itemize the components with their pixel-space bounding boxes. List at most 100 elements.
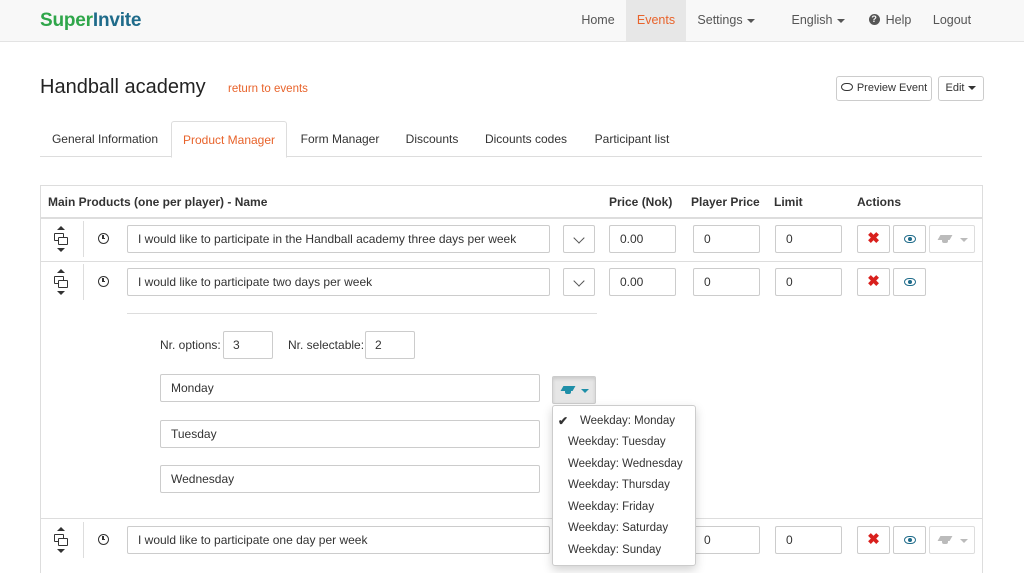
product-name-input[interactable]: I would like to participate one day per … xyxy=(127,526,550,554)
preview-event-label: Preview Event xyxy=(856,82,928,94)
reorder-icon[interactable] xyxy=(53,527,69,553)
preview-button[interactable] xyxy=(893,225,926,253)
clock-icon[interactable] xyxy=(98,233,109,244)
eye-icon xyxy=(904,278,916,286)
top-navbar: SuperInvite Home Events Settings English… xyxy=(0,0,1024,42)
graduation-cap-icon xyxy=(939,235,951,243)
header-name: Main Products (one per player) - Name xyxy=(48,195,268,209)
option-tag-button[interactable] xyxy=(552,376,596,404)
nav-help[interactable]: ? Help xyxy=(862,0,918,41)
option-input-monday[interactable]: Monday xyxy=(160,374,540,402)
row-divider xyxy=(41,518,982,519)
dropdown-item-friday[interactable]: Weekday: Friday xyxy=(553,497,695,518)
tab-discount-codes[interactable]: Dicounts codes xyxy=(474,121,578,157)
caret-down-icon xyxy=(960,539,968,543)
eye-icon xyxy=(904,235,916,243)
product-name-input[interactable]: I would like to participate two days per… xyxy=(127,268,550,296)
row-divider xyxy=(41,261,982,262)
nav-settings-label: Settings xyxy=(697,13,743,27)
checkmark-icon: ✔ xyxy=(558,414,569,428)
delete-button[interactable]: ✖ xyxy=(857,268,890,296)
preview-event-button[interactable]: Preview Event xyxy=(836,76,932,101)
delete-button[interactable]: ✖ xyxy=(857,225,890,253)
nav-logout[interactable]: Logout xyxy=(926,0,978,41)
dropdown-item-saturday[interactable]: Weekday: Saturday xyxy=(553,518,695,539)
preview-button[interactable] xyxy=(893,526,926,554)
dropdown-item-wednesday[interactable]: Weekday: Wednesday xyxy=(553,454,695,475)
close-icon: ✖ xyxy=(867,230,880,247)
player-price-input[interactable]: 0 xyxy=(693,268,760,296)
price-input[interactable]: 0.00 xyxy=(609,225,676,253)
option-input-tuesday[interactable]: Tuesday xyxy=(160,420,540,448)
caret-down-icon xyxy=(581,389,589,393)
nr-options-label: Nr. options: xyxy=(160,338,221,352)
limit-input[interactable]: 0 xyxy=(775,225,842,253)
nav-settings[interactable]: Settings xyxy=(688,0,764,41)
tag-dropdown-button[interactable] xyxy=(929,526,975,554)
header-actions: Actions xyxy=(857,195,902,209)
caret-down-icon xyxy=(746,18,755,23)
return-to-events-link[interactable]: return to events xyxy=(228,83,308,95)
column-divider xyxy=(83,522,84,558)
price-input[interactable]: 0.00 xyxy=(609,268,676,296)
caret-down-icon xyxy=(960,238,968,242)
question-circle-icon: ? xyxy=(868,14,880,26)
tab-discounts[interactable]: Discounts xyxy=(394,121,470,157)
nr-options-input[interactable]: 3 xyxy=(223,331,273,359)
nr-selectable-label: Nr. selectable: xyxy=(288,338,365,352)
nav-language[interactable]: English xyxy=(783,0,853,41)
nav-home[interactable]: Home xyxy=(572,0,624,41)
edit-label: Edit xyxy=(945,82,965,94)
event-tabs: General Information Product Manager Form… xyxy=(40,121,982,158)
player-price-input[interactable]: 0 xyxy=(693,225,760,253)
brand-logo[interactable]: SuperInvite xyxy=(40,10,141,32)
tab-general-information[interactable]: General Information xyxy=(40,121,170,157)
graduation-cap-icon xyxy=(939,536,951,544)
close-icon: ✖ xyxy=(867,531,880,548)
delete-button[interactable]: ✖ xyxy=(857,526,890,554)
product-name-input[interactable]: I would like to participate in the Handb… xyxy=(127,225,550,253)
chevron-down-icon xyxy=(573,275,585,287)
caret-down-icon xyxy=(968,86,977,91)
header-limit: Limit xyxy=(774,195,803,209)
limit-input[interactable]: 0 xyxy=(775,268,842,296)
tab-product-manager[interactable]: Product Manager xyxy=(171,121,287,158)
reorder-icon[interactable] xyxy=(53,226,69,252)
header-price: Price (Nok) xyxy=(609,195,673,209)
nav-language-label: English xyxy=(791,13,833,27)
options-divider xyxy=(127,313,597,314)
header-divider xyxy=(41,217,982,219)
nav-events[interactable]: Events xyxy=(626,0,686,41)
nav-help-label: Help xyxy=(885,13,912,27)
nr-selectable-input[interactable]: 2 xyxy=(365,331,415,359)
close-icon: ✖ xyxy=(867,273,880,290)
column-divider xyxy=(83,264,84,300)
weekday-dropdown-menu: ✔ Weekday: Monday Weekday: Tuesday Weekda… xyxy=(552,405,696,566)
dropdown-item-label: Weekday: Monday xyxy=(580,415,676,427)
option-input-wednesday[interactable]: Wednesday xyxy=(160,465,540,493)
dropdown-item-monday[interactable]: ✔ Weekday: Monday xyxy=(553,411,695,432)
eye-icon xyxy=(904,536,916,544)
preview-button[interactable] xyxy=(893,268,926,296)
graduation-cap-icon xyxy=(562,386,574,394)
clock-icon[interactable] xyxy=(98,534,109,545)
reorder-icon[interactable] xyxy=(53,269,69,295)
tab-participant-list[interactable]: Participant list xyxy=(582,121,682,157)
expand-options-button[interactable] xyxy=(563,268,595,296)
dropdown-item-sunday[interactable]: Weekday: Sunday xyxy=(553,540,695,561)
header-player-price: Player Price xyxy=(691,195,760,209)
clock-icon[interactable] xyxy=(98,276,109,287)
tag-dropdown-button[interactable] xyxy=(929,225,975,253)
caret-down-icon xyxy=(836,18,845,23)
edit-button[interactable]: Edit xyxy=(938,76,984,101)
tab-form-manager[interactable]: Form Manager xyxy=(290,121,390,157)
products-table: Main Products (one per player) - Name Pr… xyxy=(40,185,983,573)
column-divider xyxy=(83,221,84,257)
expand-options-button[interactable] xyxy=(563,225,595,253)
chevron-down-icon xyxy=(573,232,585,244)
dropdown-item-tuesday[interactable]: Weekday: Tuesday xyxy=(553,432,695,453)
dropdown-item-thursday[interactable]: Weekday: Thursday xyxy=(553,475,695,496)
page-title: Handball academy xyxy=(40,76,206,98)
player-price-input[interactable]: 0 xyxy=(693,526,760,554)
limit-input[interactable]: 0 xyxy=(775,526,842,554)
